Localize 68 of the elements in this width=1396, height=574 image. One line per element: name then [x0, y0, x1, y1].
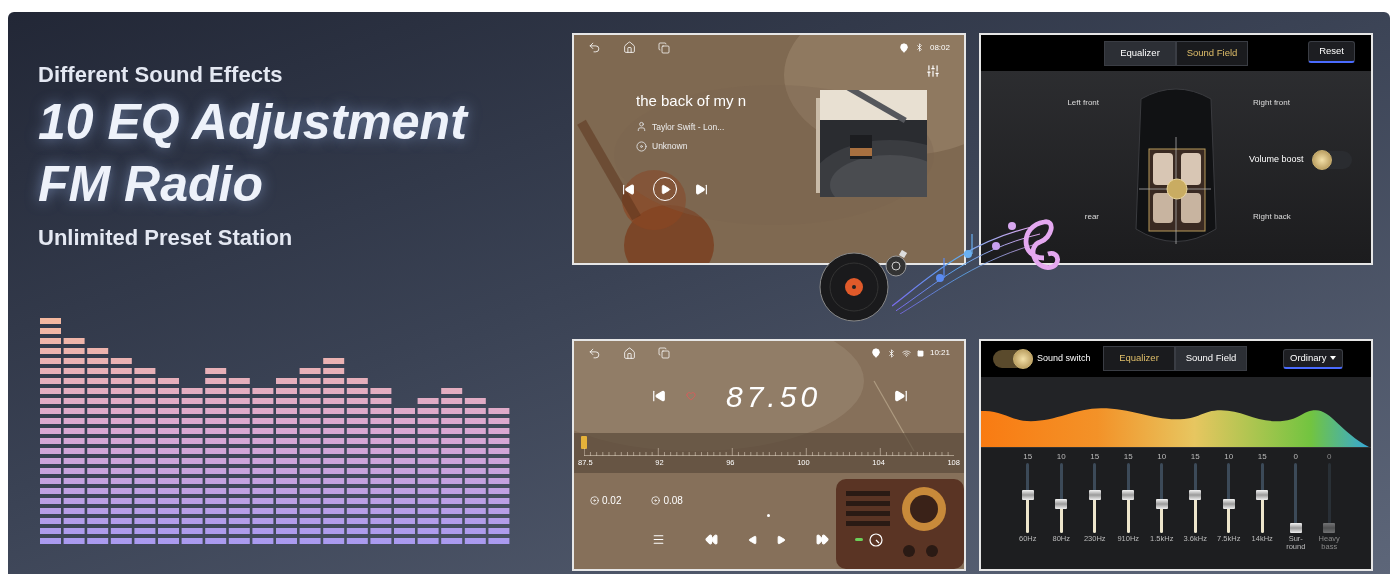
eq-slider[interactable] [1155, 462, 1168, 533]
dial-icon[interactable] [869, 532, 883, 547]
reset-button[interactable]: Reset [1308, 41, 1355, 63]
eq-slider[interactable] [1021, 462, 1034, 533]
band-value: 15 [1090, 451, 1100, 461]
subtitle-text: Unlimited Preset Station [38, 224, 294, 252]
volume-boost-label: Volume boost [1249, 153, 1304, 167]
kicker-text: Different Sound Effects [38, 61, 284, 89]
volume-boost-toggle[interactable] [1311, 151, 1352, 169]
band-value: 10 [1056, 451, 1066, 461]
indicator-light [855, 538, 863, 541]
eq-slider[interactable] [1222, 462, 1235, 533]
slider-thumb[interactable] [1088, 489, 1101, 500]
seek-back-button[interactable] [652, 389, 666, 403]
caret-icon [1330, 356, 1337, 360]
band-value: 10 [1224, 451, 1234, 461]
band-value: 15 [1190, 451, 1200, 461]
headline-title: FM Radio [38, 155, 264, 214]
frequency-display: 87.50 [726, 378, 823, 415]
sound-switch-toggle[interactable] [993, 349, 1033, 368]
headline-title: 10 EQ Adjustment [38, 93, 470, 152]
rewind-button[interactable] [705, 533, 718, 546]
bluetooth-icon [886, 348, 896, 358]
tab[interactable]: Sound Field [1176, 40, 1248, 66]
band-value: 0 [1293, 451, 1298, 461]
menu-icon[interactable] [652, 533, 665, 546]
band-value: 15 [1257, 451, 1267, 461]
band-value: 10 [1157, 451, 1167, 461]
eq-slider[interactable] [1122, 462, 1135, 533]
wifi-icon [901, 348, 911, 358]
preset-icon [590, 495, 599, 505]
home-icon[interactable] [623, 346, 636, 360]
preset-station[interactable]: 0.02 [602, 492, 622, 508]
slider-thumb[interactable] [1222, 498, 1235, 509]
speaker-label: Right back [1253, 211, 1292, 223]
slider-thumb[interactable] [1256, 489, 1269, 500]
step-back-button[interactable] [748, 534, 758, 545]
eq-slider[interactable] [1055, 462, 1068, 533]
preset-station[interactable]: 0.08 [663, 492, 683, 508]
sound-switch-label: Sound switch [1037, 351, 1092, 365]
speaker-label: Left front [1067, 97, 1099, 109]
back-icon[interactable] [588, 346, 601, 360]
eq-slider[interactable] [1189, 462, 1202, 533]
eq-slider[interactable] [1289, 462, 1302, 533]
tab[interactable]: Equalizer [1104, 40, 1176, 66]
clock-time: 10:21 [929, 347, 950, 359]
band-value: 0 [1327, 451, 1332, 461]
step-forward-button[interactable] [776, 534, 786, 545]
preset-dropdown[interactable]: Ordinary [1283, 348, 1344, 369]
band-value: 15 [1023, 451, 1033, 461]
slider-thumb[interactable] [1189, 489, 1202, 500]
tuner-marker[interactable] [581, 435, 587, 449]
tab[interactable]: Equalizer [1103, 346, 1175, 371]
speaker-label: Right front [1253, 97, 1291, 109]
band-value: 15 [1123, 451, 1133, 461]
slider-thumb[interactable] [1155, 498, 1168, 509]
speaker-label: rear [1084, 211, 1099, 223]
tab[interactable]: Sound Field [1175, 346, 1247, 371]
fast-forward-button[interactable] [816, 533, 829, 546]
eq-slider[interactable] [1088, 462, 1101, 533]
slider-thumb[interactable] [1021, 489, 1034, 500]
slider-thumb[interactable] [1055, 498, 1068, 509]
seek-forward-button[interactable] [894, 389, 908, 403]
slider-thumb[interactable] [1289, 522, 1302, 533]
slider-thumb[interactable] [1122, 489, 1135, 500]
preset-icon [651, 495, 661, 505]
eq-slider[interactable] [1256, 462, 1269, 533]
location-icon [870, 348, 881, 358]
